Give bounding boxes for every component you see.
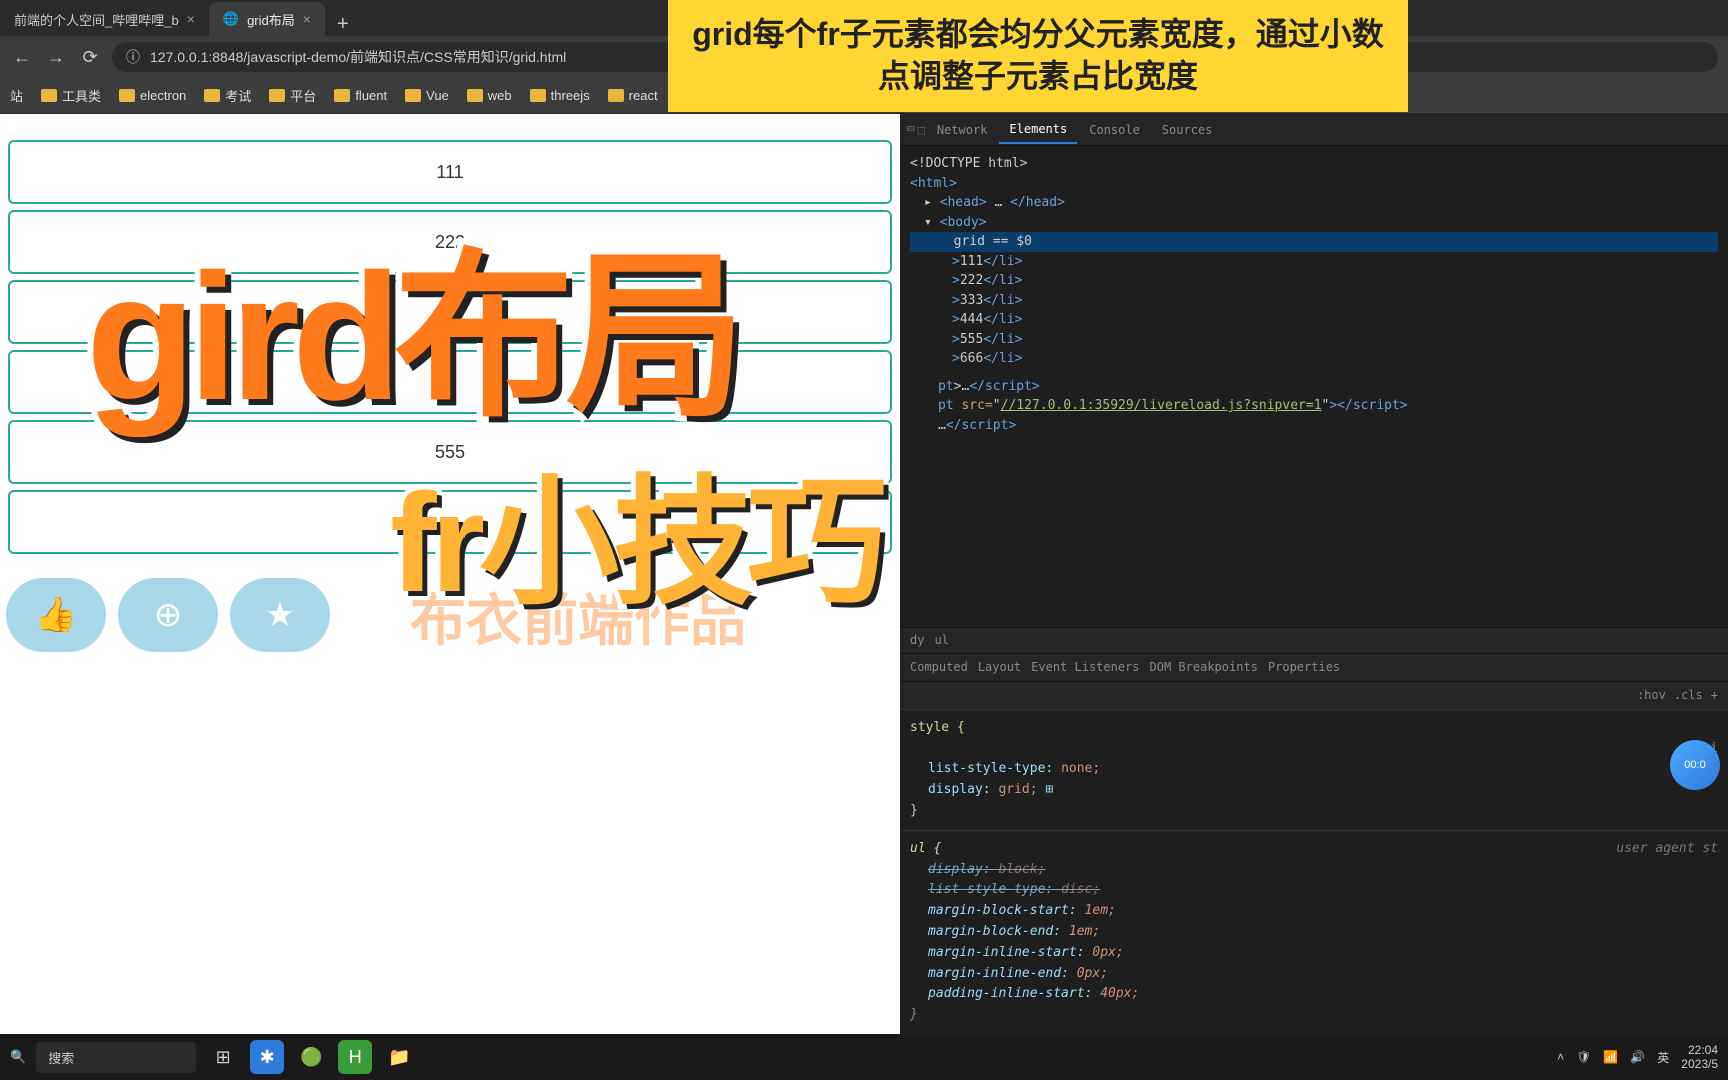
hov-toggle[interactable]: :hov bbox=[1637, 688, 1666, 702]
bookmark-item[interactable]: 考试 bbox=[204, 86, 251, 105]
folder-icon bbox=[405, 89, 421, 102]
tab-grid[interactable]: 🌐 grid布局 × bbox=[209, 2, 325, 36]
wifi-icon[interactable]: 📶 bbox=[1603, 1050, 1618, 1064]
taskbar-search[interactable]: 搜索 bbox=[36, 1042, 196, 1073]
thumbs-up-icon: 👍 bbox=[35, 595, 77, 635]
shield-icon[interactable]: 🛡 bbox=[1576, 1050, 1591, 1064]
folder-icon bbox=[334, 89, 350, 102]
back-icon[interactable]: ← bbox=[10, 47, 34, 68]
ime-indicator[interactable]: 英 bbox=[1657, 1049, 1669, 1066]
coin-button[interactable]: ⊕ bbox=[118, 578, 218, 652]
folder-icon bbox=[41, 89, 57, 102]
globe-icon: 🌐 bbox=[223, 11, 239, 27]
star-icon: ★ bbox=[265, 595, 295, 635]
styles-tab[interactable]: Event Listeners bbox=[1031, 660, 1139, 674]
coin-icon: ⊕ bbox=[154, 595, 183, 635]
folder-icon bbox=[204, 89, 220, 102]
tray-chevron-icon[interactable]: ˄ bbox=[1557, 1050, 1564, 1064]
favorite-button[interactable]: ★ bbox=[230, 578, 330, 652]
devtools-panel: ⮹ ⬚ Network Elements Console Sources <!D… bbox=[900, 114, 1728, 1034]
device-icon[interactable]: ⬚ bbox=[918, 123, 925, 137]
bookmark-item[interactable]: react bbox=[608, 88, 658, 103]
ua-styles: user agent st ul { display: block; list-… bbox=[900, 830, 1728, 1034]
styles-toolbar: :hov .cls + bbox=[900, 681, 1728, 709]
chrome-icon[interactable]: 🟢 bbox=[294, 1040, 328, 1074]
devtools-tabs: ⮹ ⬚ Network Elements Console Sources bbox=[900, 114, 1728, 146]
folder-icon bbox=[467, 89, 483, 102]
annotation-banner: grid每个fr子元素都会均分父元素宽度，通过小数点调整子元素占比宽度 bbox=[668, 0, 1408, 112]
devtools-tab[interactable]: Sources bbox=[1152, 117, 1223, 143]
info-icon: ⓘ bbox=[126, 47, 140, 67]
taskbar: 🔍 搜索 ⊞ ✱ 🟢 H 📁 ˄ 🛡 📶 🔊 英 22:04 2023/5 bbox=[0, 1034, 1728, 1080]
styles-tab[interactable]: Computed bbox=[910, 660, 968, 674]
explorer-icon[interactable]: 📁 bbox=[382, 1040, 416, 1074]
bookmark-item[interactable]: web bbox=[467, 88, 512, 103]
url-text: 127.0.0.1:8848/javascript-demo/前端知识点/CSS… bbox=[150, 47, 566, 67]
styles-tab[interactable]: Properties bbox=[1268, 660, 1340, 674]
bookmark-item[interactable]: fluent bbox=[334, 88, 387, 103]
app-icon[interactable]: ✱ bbox=[250, 1040, 284, 1074]
reload-icon[interactable]: ⟳ bbox=[78, 47, 102, 68]
tab-title: 前端的个人空间_哔哩哔哩_b bbox=[14, 10, 179, 29]
bookmark-item[interactable]: electron bbox=[119, 88, 186, 103]
cls-toggle[interactable]: .cls bbox=[1674, 688, 1703, 702]
close-icon[interactable]: × bbox=[303, 11, 311, 27]
folder-icon bbox=[269, 89, 285, 102]
search-icon[interactable]: 🔍 bbox=[10, 1049, 26, 1065]
devtools-tab[interactable]: Network bbox=[927, 117, 998, 143]
volume-icon[interactable]: 🔊 bbox=[1630, 1050, 1645, 1064]
title-overlay-2: fr小技巧 bbox=[390, 430, 881, 632]
inline-style: style { bbox=[910, 718, 1718, 739]
bookmark-item[interactable]: 平台 bbox=[269, 86, 316, 105]
selected-node[interactable]: grid == $0 bbox=[910, 232, 1718, 252]
styles-tab[interactable]: DOM Breakpoints bbox=[1150, 660, 1258, 674]
devtools-tab[interactable]: Elements bbox=[999, 116, 1077, 144]
add-rule-button[interactable]: + bbox=[1711, 688, 1718, 702]
bookmark-item[interactable]: threejs bbox=[530, 88, 590, 103]
rule-source: gri bbox=[910, 739, 1718, 760]
devtools-tab[interactable]: Console bbox=[1079, 117, 1150, 143]
timer-badge: 00:0 bbox=[1670, 740, 1720, 790]
clock[interactable]: 22:04 2023/5 bbox=[1681, 1043, 1718, 1072]
styles-tabs: Computed Layout Event Listeners DOM Brea… bbox=[900, 653, 1728, 681]
elements-tree[interactable]: <!DOCTYPE html> <html> ▸ <head> … </head… bbox=[900, 146, 1728, 627]
task-view-icon[interactable]: ⊞ bbox=[206, 1040, 240, 1074]
close-icon[interactable]: × bbox=[187, 11, 195, 27]
styles-tab[interactable]: Layout bbox=[978, 660, 1021, 674]
bookmark-item[interactable]: 工具类 bbox=[41, 86, 101, 105]
inspect-icon[interactable]: ⮹ bbox=[906, 122, 916, 137]
styles-pane[interactable]: style { gri list-style-type: none; displ… bbox=[900, 709, 1728, 830]
tab-bilibili[interactable]: 前端的个人空间_哔哩哔哩_b × bbox=[0, 2, 209, 36]
forward-icon[interactable]: → bbox=[44, 47, 68, 68]
title-overlay-1: gird布局 bbox=[86, 190, 738, 451]
app-icon[interactable]: H bbox=[338, 1040, 372, 1074]
folder-icon bbox=[119, 89, 135, 102]
tab-title: grid布局 bbox=[247, 10, 295, 29]
bookmark-item[interactable]: 站 bbox=[10, 86, 23, 105]
folder-icon bbox=[608, 89, 624, 102]
new-tab-button[interactable]: + bbox=[325, 13, 361, 36]
breadcrumb[interactable]: dy ul bbox=[900, 627, 1728, 653]
bookmark-item[interactable]: Vue bbox=[405, 88, 449, 103]
folder-icon bbox=[530, 89, 546, 102]
doctype-node: <!DOCTYPE html> bbox=[910, 154, 1718, 174]
like-button[interactable]: 👍 bbox=[6, 578, 106, 652]
